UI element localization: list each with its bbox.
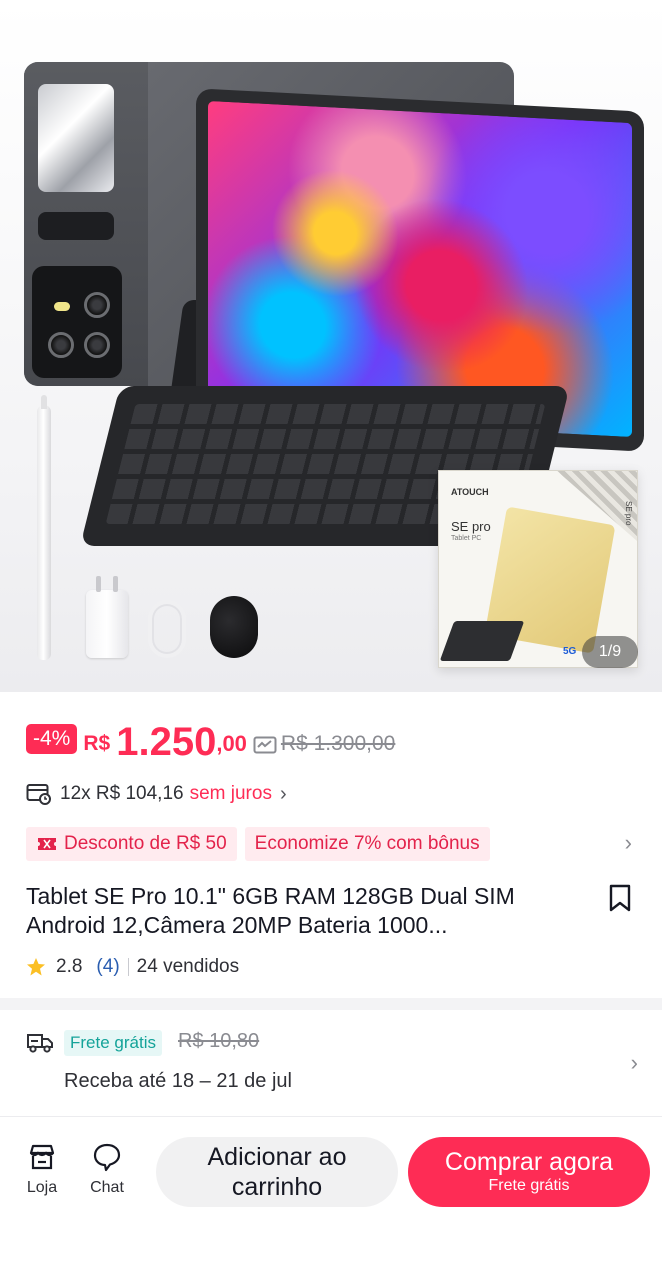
promo-chip-bonus[interactable]: Economize 7% com bônus <box>244 827 490 861</box>
camera-flash <box>54 302 70 311</box>
buy-now-label: Comprar agora <box>444 1148 614 1176</box>
delivery-estimate: Receba até 18 – 21 de jul <box>64 1070 292 1092</box>
usb-cable <box>148 600 186 658</box>
charger-adapter <box>86 576 128 658</box>
sold-count: 24 vendidos <box>136 956 240 977</box>
box-subtitle: Tablet PC <box>451 535 482 542</box>
installments-text: 12x R$ 104,16 <box>60 783 184 804</box>
box-edge-label: SE pro <box>624 501 633 526</box>
price-row: -4% R$ 1.250 ,00 R$ 1.300,00 <box>26 712 646 762</box>
installments-row[interactable]: 12x R$ 104,16 sem juros › <box>26 778 287 810</box>
coupon-icon <box>253 736 277 754</box>
chat-bubble-icon <box>93 1143 121 1172</box>
original-shipping-fee: R$ 10,80 <box>178 1030 260 1052</box>
camera-module <box>32 266 122 378</box>
camera-panel <box>24 62 148 386</box>
installments-highlight: sem juros <box>189 783 272 804</box>
promo-label: Desconto de R$ 50 <box>64 833 227 854</box>
section-divider <box>0 998 662 1010</box>
product-title: Tablet SE Pro 10.1" 6GB RAM 128GB Dual S… <box>26 883 515 938</box>
credit-card-calendar-icon <box>26 784 51 805</box>
shipping-section[interactable]: Frete grátis R$ 10,80 Receba até 18 – 21… <box>0 1010 662 1116</box>
camera-lens <box>84 332 110 358</box>
mirror-panel <box>38 84 114 192</box>
add-to-cart-button[interactable]: Adicionar ao carrinho <box>156 1137 398 1207</box>
box-model: SE pro <box>451 519 491 534</box>
box-brand: ATOUCH <box>451 487 489 497</box>
rating-row[interactable]: 2.8 (4) 24 vendidos <box>26 954 239 980</box>
earbud <box>210 596 258 658</box>
promo-chip-discount[interactable]: Desconto de R$ 50 <box>26 827 237 861</box>
price-decimal: ,00 <box>216 731 247 756</box>
store-icon <box>29 1144 55 1170</box>
chat-label: Chat <box>90 1179 124 1196</box>
original-price: R$ 1.300,00 <box>280 732 396 755</box>
ticket-icon <box>38 838 56 850</box>
store-label: Loja <box>26 1179 58 1196</box>
chevron-right-icon[interactable]: › <box>631 1050 638 1076</box>
free-shipping-badge: Frete grátis <box>64 1030 162 1056</box>
price-currency: R$ <box>83 732 111 755</box>
product-image-gallery[interactable]: ATOUCH SE pro Tablet PC SE pro 5G 1/9 <box>0 0 662 692</box>
stylus-pen <box>37 395 51 660</box>
buy-now-button[interactable]: Comprar agora Frete grátis <box>408 1137 650 1207</box>
camera-lens <box>48 332 74 358</box>
price-integer: 1.250 <box>116 720 217 764</box>
review-count[interactable]: (4) <box>96 956 119 978</box>
star-icon <box>27 958 45 976</box>
add-to-cart-label: Adicionar ao carrinho <box>207 1143 347 1201</box>
bookmark-icon[interactable] <box>608 884 632 912</box>
chat-button[interactable]: Chat <box>79 1141 135 1197</box>
store-button[interactable]: Loja <box>14 1141 70 1197</box>
image-counter: 1/9 <box>582 636 638 668</box>
delivery-truck-icon <box>27 1034 53 1053</box>
promotions-row[interactable]: Desconto de R$ 50 Economize 7% com bônus… <box>26 826 646 862</box>
discount-badge: -4% <box>26 724 78 754</box>
box-keyboard-image <box>439 621 525 661</box>
bottom-action-bar: Loja Chat Adicionar ao carrinho Comprar … <box>0 1116 662 1280</box>
promo-label: Economize 7% com bônus <box>254 833 480 854</box>
chevron-right-icon[interactable]: › <box>625 830 632 856</box>
separator <box>127 958 129 976</box>
rating-value: 2.8 <box>56 956 83 977</box>
camera-lens <box>84 292 110 318</box>
buy-now-sublabel: Frete grátis <box>488 1177 570 1194</box>
camera-strip <box>38 212 114 240</box>
box-network-label: 5G <box>563 646 577 657</box>
chevron-right-icon: › <box>279 782 287 805</box>
